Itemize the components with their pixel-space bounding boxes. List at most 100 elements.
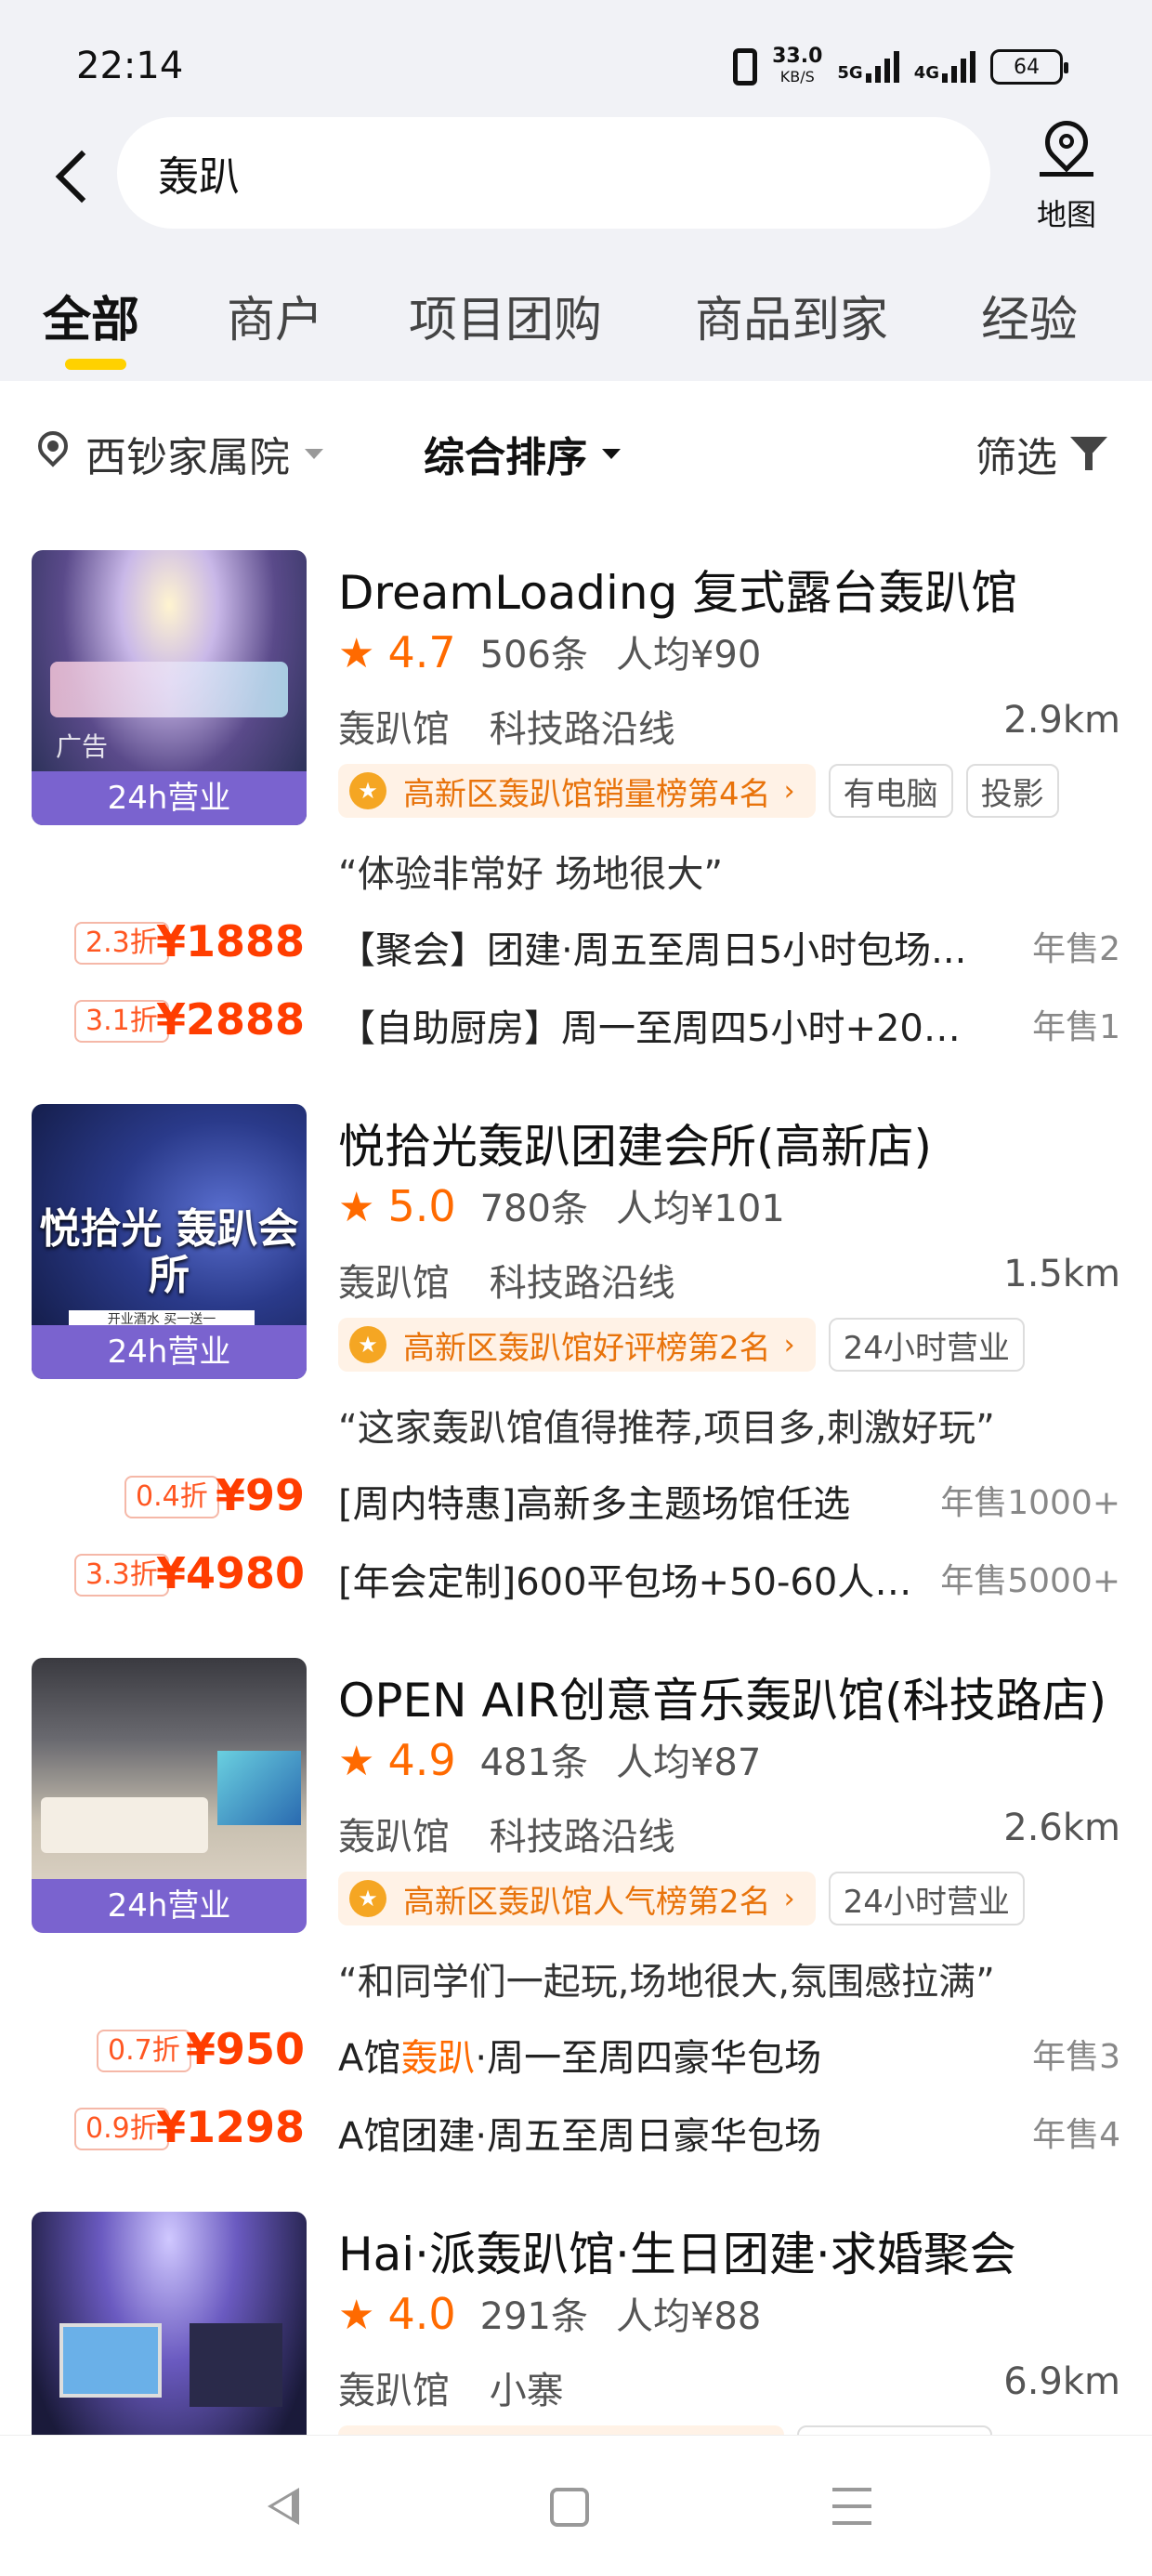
listing-card[interactable]: Hai·派轰趴馆·生日团建·求婚聚会 ★ 4.0 291条 人均¥88 轰趴馆 … — [0, 2212, 1152, 2435]
ad-label: 广告 — [56, 731, 109, 762]
deal-price: ¥4980 — [155, 1548, 305, 1598]
system-nav-bar — [0, 2435, 1152, 2576]
tab-all[interactable]: 全部 — [43, 281, 139, 350]
nav-menu-icon[interactable] — [832, 2488, 871, 2527]
network-speed-unit: KB/S — [779, 68, 815, 85]
deal-price: ¥1298 — [155, 2102, 305, 2152]
listing-name[interactable]: OPEN AIR创意音乐轰趴馆(科技路店) — [338, 1663, 1106, 1730]
listing-name[interactable]: 悦拾光轰趴团建会所(高新店) — [338, 1110, 932, 1176]
deal-price: ¥99 — [215, 1470, 305, 1520]
listing-name[interactable]: Hai·派轰趴馆·生日团建·求婚聚会 — [338, 2217, 1016, 2284]
discount-badge: 0.7折 — [97, 2030, 191, 2072]
rank-badge[interactable]: 高新区轰趴馆好评榜第2名 › — [338, 1318, 816, 1372]
deal-price: ¥2888 — [155, 994, 305, 1045]
deal-title: A馆团建·周五至周日豪华包场 — [338, 2115, 822, 2158]
star-icon: ★ — [338, 630, 375, 677]
listing-thumbnail[interactable]: 悦拾光 轰趴会所 开业酒水 买一送一 24h营业 — [32, 1104, 307, 1379]
tab-home-delivery[interactable]: 商品到家 — [695, 281, 888, 350]
discount-badge: 3.1折 — [74, 1000, 169, 1043]
badge-row: 高新区轰趴馆好评榜第2名 › 24小时营业 — [338, 1318, 1025, 1372]
review-quote: “体验非常好 场地很大” — [338, 853, 724, 896]
rank-badge-label: 高新区轰趴馆人气榜第2名 — [403, 1883, 771, 1921]
status-bar: 22:14 33.0 KB/S 5G 4G 64 — [0, 0, 1152, 112]
battery-level: 64 — [1014, 55, 1040, 79]
hours-ribbon: 24h营业 — [32, 1879, 307, 1933]
listing-thumbnail[interactable]: 24h营业 — [32, 1658, 307, 1933]
tab-group-buy[interactable]: 项目团购 — [409, 281, 602, 350]
category-row: 轰趴馆 小寨 — [338, 2360, 592, 2414]
sort-dropdown[interactable]: 综合排序 — [424, 424, 621, 483]
rating-row: ★ 4.9 481条 人均¥87 — [338, 1732, 789, 1786]
location-filter[interactable]: 西钞家属院 — [32, 424, 323, 483]
funnel-icon — [1070, 435, 1107, 472]
listing-thumbnail[interactable]: 广告 24h营业 — [32, 550, 307, 825]
signal-bars-icon — [865, 51, 899, 83]
distance: 6.9km — [1003, 2360, 1120, 2403]
deal-title: 【自助厨房】周一至周四5小时+20人... — [338, 1007, 988, 1050]
back-arrow-icon[interactable] — [50, 143, 97, 208]
feature-tag: 24小时营业 — [828, 1872, 1025, 1925]
signal-5g-label: 5G — [837, 63, 863, 83]
rank-badge[interactable] — [338, 2425, 784, 2435]
rating-row: ★ 5.0 780条 人均¥101 — [338, 1178, 813, 1232]
area: 科技路沿线 — [489, 1262, 675, 1305]
tab-experience[interactable]: 经验 — [981, 281, 1078, 350]
deal-row[interactable]: 2.3折 ¥1888 【聚会】团建·周五至周日5小时包场... 年售2 — [0, 913, 1152, 978]
poster-text: 悦拾光 轰趴会所 — [39, 1205, 299, 1299]
rating-score: 4.9 — [387, 1735, 456, 1785]
deal-title-prefix: A馆 — [338, 2037, 401, 2080]
network-speed-value: 33.0 — [772, 45, 823, 68]
deal-price: ¥1888 — [155, 916, 305, 966]
distance: 1.5km — [1003, 1253, 1120, 1295]
average-price: 人均¥88 — [615, 2295, 762, 2338]
rank-badge[interactable]: 高新区轰趴馆人气榜第2名 › — [338, 1872, 816, 1925]
rank-badge-label: 高新区轰趴馆好评榜第2名 — [403, 1329, 771, 1367]
deal-sold: 年售2 — [1032, 930, 1120, 968]
listing-thumbnail[interactable] — [32, 2212, 307, 2435]
chevron-right-icon: › — [783, 774, 795, 808]
deal-row[interactable]: 0.9折 ¥1298 A馆团建·周五至周日豪华包场 年售4 — [0, 2098, 1152, 2163]
rank-badge[interactable]: 高新区轰趴馆销量榜第4名 › — [338, 764, 816, 818]
rating-row: ★ 4.0 291条 人均¥88 — [338, 2286, 789, 2340]
deal-row[interactable]: 3.1折 ¥2888 【自助厨房】周一至周四5小时+20人... 年售1 — [0, 991, 1152, 1056]
badge-row — [338, 2425, 992, 2435]
filter-bar: 西钞家属院 综合排序 筛选 — [0, 381, 1152, 520]
status-time: 22:14 — [76, 45, 184, 87]
review-quote: “这家轰趴馆值得推荐,项目多,刺激好玩” — [338, 1407, 995, 1450]
review-count: 780条 — [479, 1188, 588, 1230]
deal-row[interactable]: 0.4折 ¥99 [周内特惠]高新多主题场馆任选 年售1000+ — [0, 1466, 1152, 1531]
signal-bars-icon — [942, 51, 975, 83]
deal-sold: 年售5000+ — [940, 1562, 1120, 1600]
filter-label: 筛选 — [975, 434, 1057, 481]
map-label: 地图 — [1036, 197, 1096, 232]
tab-merchants[interactable]: 商户 — [227, 281, 323, 350]
deal-row[interactable]: 0.7折 ¥950 A馆轰趴·周一至周四豪华包场 年售3 — [0, 2020, 1152, 2085]
review-quote: “和同学们一起玩,场地很大,氛围感拉满” — [338, 1961, 995, 2004]
map-button[interactable]: 地图 — [1022, 112, 1111, 242]
average-price: 人均¥87 — [615, 1741, 762, 1784]
rank-badge-label: 高新区轰趴馆销量榜第4名 — [403, 775, 771, 813]
search-input[interactable]: 轰趴 — [117, 117, 990, 229]
nav-back-icon[interactable] — [264, 2486, 305, 2527]
category-tabs: 全部 商户 项目团购 商品到家 经验 — [0, 269, 1152, 381]
location-icon — [32, 425, 74, 476]
chevron-right-icon: › — [783, 1328, 795, 1361]
feature-tag: 有电脑 — [828, 764, 953, 818]
filter-button[interactable]: 筛选 — [975, 424, 1107, 483]
feature-tag: 24小时营业 — [828, 1318, 1025, 1372]
deal-sold: 年售4 — [1032, 2116, 1120, 2154]
feature-tag — [797, 2425, 992, 2435]
area: 科技路沿线 — [489, 1816, 675, 1859]
deal-title-highlight: 轰趴 — [400, 2037, 476, 2080]
star-icon: ★ — [338, 2292, 375, 2339]
rating-score: 5.0 — [387, 1181, 456, 1231]
discount-badge: 2.3折 — [74, 922, 169, 965]
listing-name[interactable]: DreamLoading 复式露台轰趴馆 — [338, 556, 1017, 623]
nav-home-icon[interactable] — [550, 2488, 589, 2527]
distance: 2.9km — [1003, 699, 1120, 742]
deal-row[interactable]: 3.3折 ¥4980 [年会定制]600平包场+50-60人火... 年售500… — [0, 1544, 1152, 1610]
deal-title-suffix: ·周一至周四豪华包场 — [475, 2037, 822, 2080]
deal-sold: 年售1000+ — [940, 1484, 1120, 1522]
deal-price: ¥950 — [185, 2024, 305, 2074]
vibrate-icon — [733, 48, 758, 85]
